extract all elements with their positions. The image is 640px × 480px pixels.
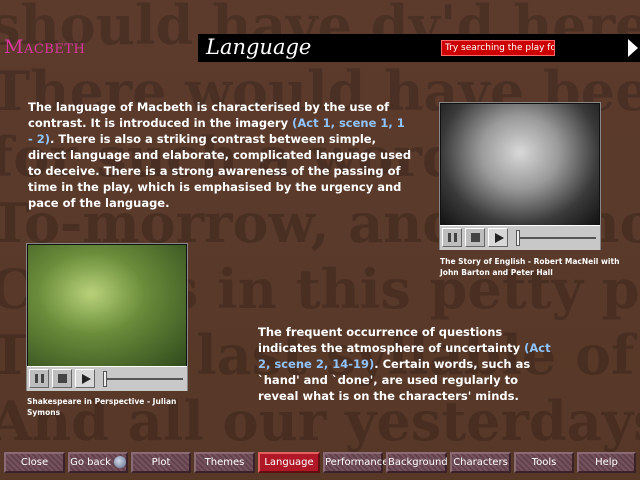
pause-button[interactable] xyxy=(442,228,462,247)
pause-icon xyxy=(35,374,38,383)
video-caption: The Story of English - Robert MacNeil wi… xyxy=(440,257,620,277)
video-controls xyxy=(27,366,187,391)
video-player-shakespeare-in-perspective xyxy=(26,243,188,391)
video-progress-track[interactable] xyxy=(103,378,183,380)
section-header: Language Try searching the play for ... xyxy=(198,34,640,62)
play-button[interactable] xyxy=(488,228,508,247)
nav-plot[interactable]: Plot xyxy=(131,452,191,473)
video-progress-handle[interactable] xyxy=(103,371,107,387)
video-controls xyxy=(440,225,600,250)
nav-themes[interactable]: Themes xyxy=(194,452,255,473)
next-arrow-icon[interactable] xyxy=(628,39,638,57)
play-icon xyxy=(495,233,504,243)
go-back-button[interactable]: Go back xyxy=(68,452,128,473)
stop-icon xyxy=(471,233,480,242)
pause-icon xyxy=(448,233,451,242)
search-play-button[interactable]: Try searching the play for ... xyxy=(441,40,555,56)
play-button[interactable] xyxy=(75,369,95,388)
video-progress-handle[interactable] xyxy=(516,230,520,246)
close-button[interactable]: Close xyxy=(4,452,65,473)
stop-icon xyxy=(58,374,67,383)
app-title: Macbeth xyxy=(4,36,86,58)
video-progress-track[interactable] xyxy=(516,237,596,239)
stop-button[interactable] xyxy=(52,369,72,388)
help-button[interactable]: Help xyxy=(577,452,636,473)
globe-icon xyxy=(113,456,126,468)
questions-text: The frequent occurrence of questions ind… xyxy=(258,325,551,403)
bottom-navigation: Close Go back Plot Themes Language Perfo… xyxy=(0,450,640,480)
stop-button[interactable] xyxy=(465,228,485,247)
language-intro-text: The language of Macbeth is characterised… xyxy=(28,100,412,210)
nav-language[interactable]: Language xyxy=(258,452,320,473)
nav-background[interactable]: Background xyxy=(386,452,448,473)
pause-button[interactable] xyxy=(29,369,49,388)
julian-symons-video-frame[interactable] xyxy=(28,245,186,366)
nav-tools[interactable]: Tools xyxy=(514,452,574,473)
nav-characters[interactable]: Characters xyxy=(450,452,511,473)
shakespeare-portrait-video-frame[interactable] xyxy=(441,104,599,225)
section-title: Language xyxy=(206,35,312,59)
nav-performance[interactable]: Performance xyxy=(323,452,388,473)
video-caption: Shakespeare in Perspective - Julian Symo… xyxy=(27,397,177,417)
video-player-story-of-english xyxy=(439,102,601,250)
play-icon xyxy=(82,374,91,384)
